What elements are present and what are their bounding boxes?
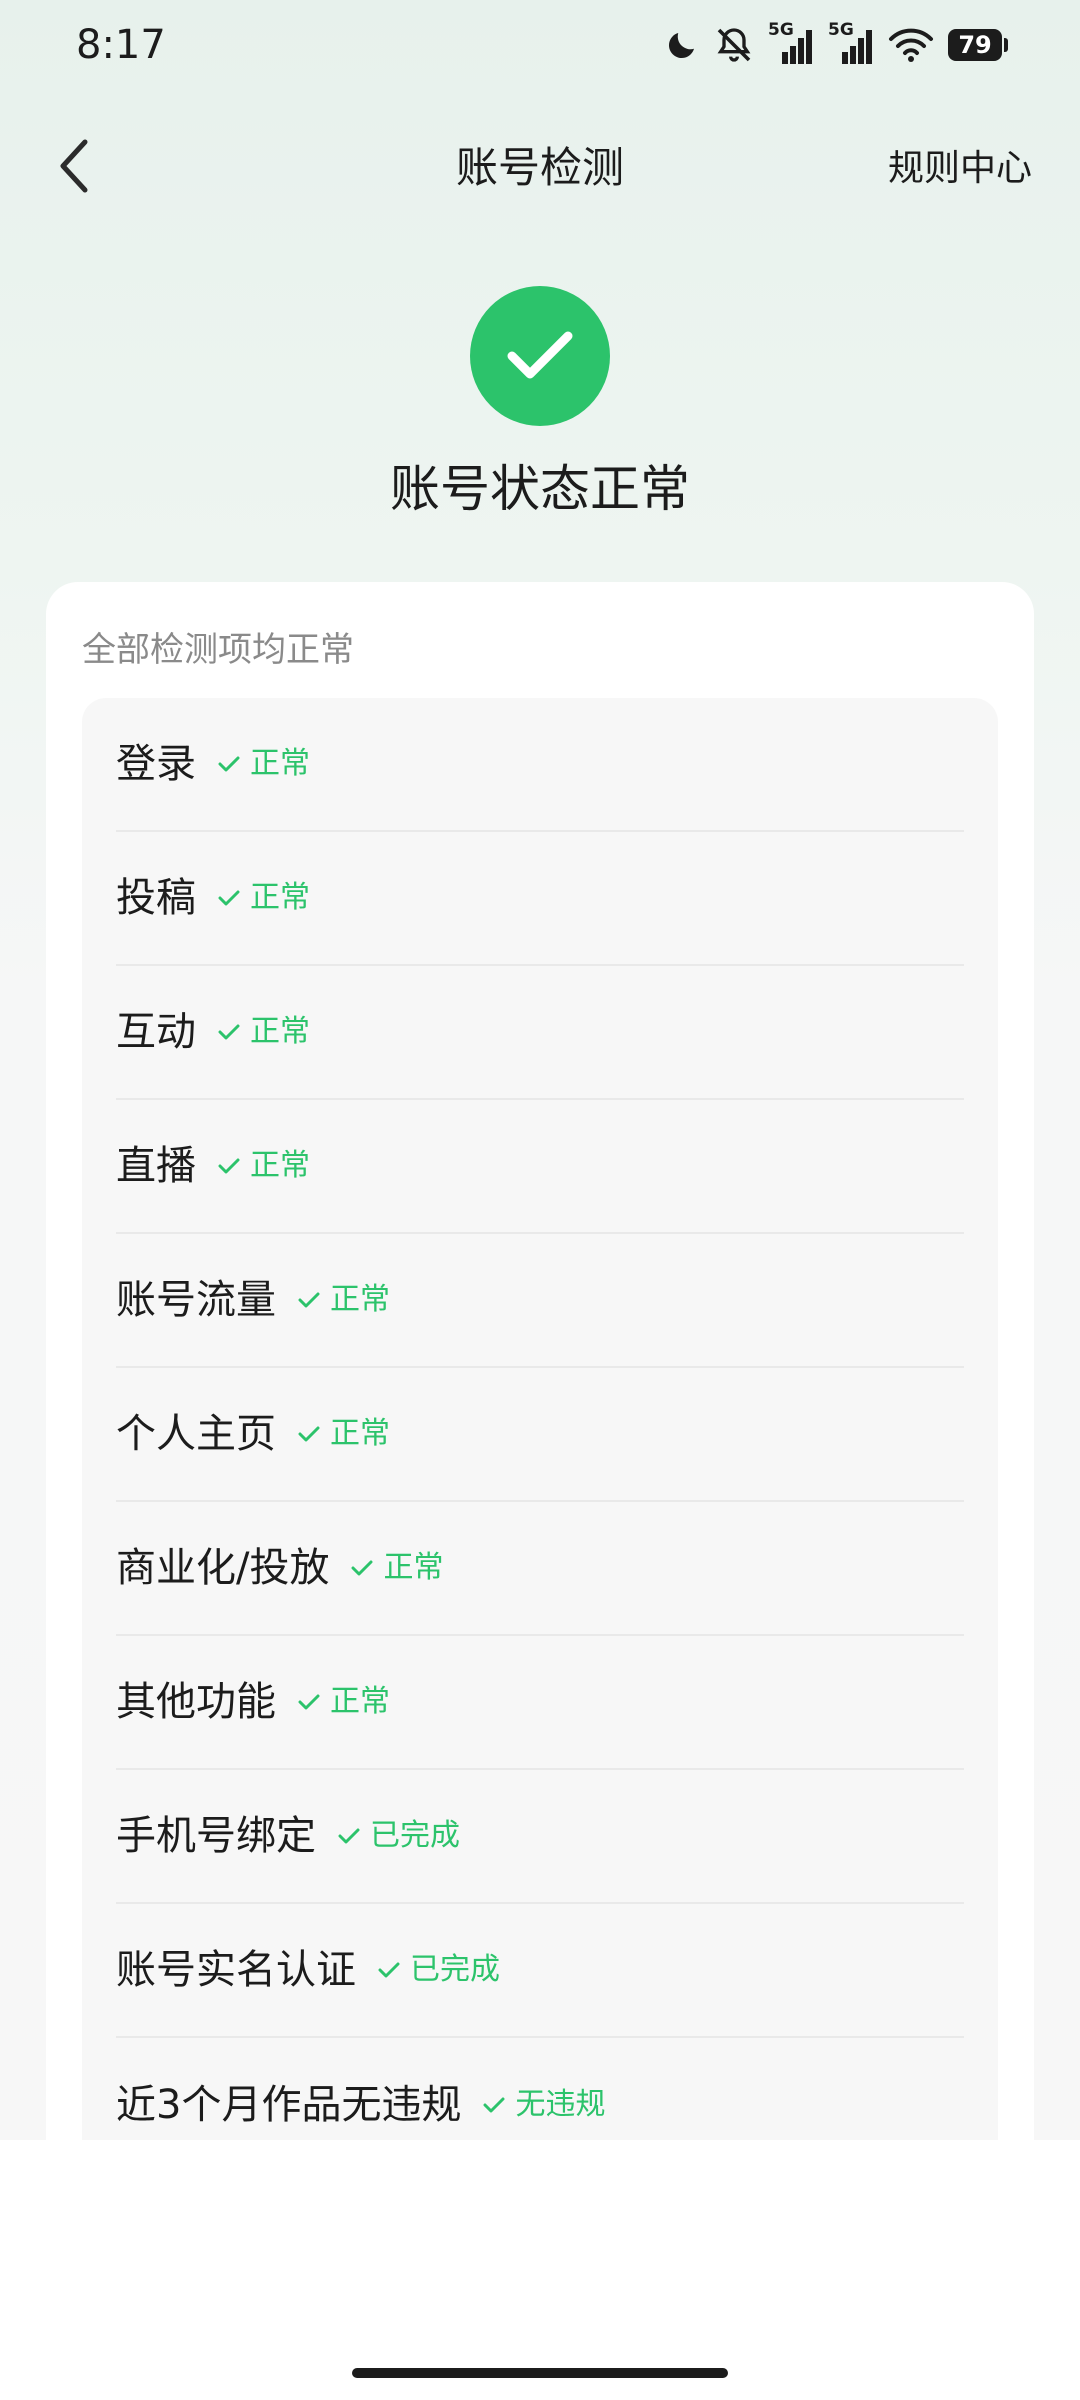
check-item-label: 账号流量: [116, 1277, 276, 1323]
check-icon: [483, 2097, 505, 2113]
check-row: 其他功能 正常: [116, 1636, 964, 1770]
check-summary: 全部检测项均正常: [82, 630, 354, 670]
check-item-label: 商业化/投放: [116, 1545, 330, 1591]
check-item-status-text: 正常: [330, 1282, 390, 1317]
check-item-status: 正常: [298, 1681, 390, 1723]
check-row: 个人主页 正常: [116, 1368, 964, 1502]
signal-type-label: 5G: [768, 20, 794, 40]
status-icons: 5G 5G 79: [664, 20, 1008, 68]
check-item-status-text: 正常: [330, 1416, 390, 1451]
check-icon: [351, 1560, 373, 1576]
home-indicator[interactable]: [352, 2368, 728, 2378]
check-item-status-text: 正常: [330, 1684, 390, 1719]
check-row: 直播 正常: [116, 1100, 964, 1234]
check-item-status-text: 正常: [250, 746, 310, 781]
check-item-status-text: 正常: [250, 1014, 310, 1049]
check-item-status: 正常: [298, 1279, 390, 1321]
signal-type-label: 5G: [828, 20, 854, 40]
check-item-label: 互动: [116, 1009, 196, 1055]
check-icon: [218, 890, 240, 906]
check-item-status: 无违规: [483, 2084, 605, 2126]
wifi-icon: [888, 27, 934, 63]
check-item-status-text: 正常: [250, 1148, 310, 1183]
bottom-area: [0, 2140, 1080, 2400]
check-item-status: 正常: [298, 1413, 390, 1455]
moon-icon: [664, 27, 700, 63]
status-hero: 账号状态正常: [0, 286, 1080, 524]
check-icon: [298, 1292, 320, 1308]
check-item-label: 直播: [116, 1143, 196, 1189]
check-item-label: 手机号绑定: [116, 1813, 316, 1859]
check-item-status: 正常: [351, 1547, 443, 1589]
status-time: 8:17: [76, 22, 166, 68]
check-row: 手机号绑定 已完成: [116, 1770, 964, 1904]
rules-center-link[interactable]: 规则中心: [888, 144, 1032, 194]
check-icon: [218, 1024, 240, 1040]
account-status-title: 账号状态正常: [390, 460, 690, 518]
check-item-status: 正常: [218, 1011, 310, 1053]
check-item-status-text: 无违规: [515, 2087, 606, 2122]
check-item-status-text: 已完成: [370, 1818, 460, 1853]
battery-icon: 79: [948, 28, 1008, 62]
check-item-label: 投稿: [116, 875, 196, 921]
signal-icon: 5G: [768, 20, 814, 66]
check-item-status: 已完成: [338, 1815, 460, 1857]
nav-bar: 账号检测 规则中心: [0, 108, 1080, 228]
check-row: 商业化/投放 正常: [116, 1502, 964, 1636]
signal-icon: 5G: [828, 20, 874, 66]
check-row: 账号实名认证 已完成: [116, 1904, 964, 2038]
check-row: 投稿 正常: [116, 832, 964, 966]
check-item-label: 其他功能: [116, 1679, 276, 1725]
check-row: 登录 正常: [116, 698, 964, 832]
check-item-status: 正常: [218, 877, 310, 919]
check-item-label: 账号实名认证: [116, 1947, 356, 1993]
check-item-label: 个人主页: [116, 1411, 276, 1457]
check-card: 全部检测项均正常 登录 正常 投稿 正常 互动 正常 直播 正常 账号流量 正常 个人主页 正常 商业化…: [46, 582, 1034, 2182]
check-item-status: 正常: [218, 743, 310, 785]
check-icon: [338, 1828, 360, 1844]
check-item-label: 登录: [116, 741, 196, 787]
check-item-status-text: 正常: [250, 880, 310, 915]
check-item-status: 正常: [218, 1145, 310, 1187]
bell-muted-icon: [714, 25, 754, 65]
check-item-status-text: 正常: [383, 1550, 444, 1585]
check-icon: [378, 1962, 400, 1978]
check-icon: [298, 1426, 320, 1442]
check-item-status-text: 已完成: [410, 1952, 500, 1987]
check-list: 登录 正常 投稿 正常 互动 正常 直播 正常 账号流量 正常 个人主页 正常 商业化/投放 正常 其他功能…: [82, 698, 998, 2182]
status-bar: 8:17 5G 5G 79: [0, 0, 1080, 90]
check-item-label: 近3个月作品无违规: [116, 2082, 462, 2128]
check-row: 互动 正常: [116, 966, 964, 1100]
check-row: 账号流量 正常: [116, 1234, 964, 1368]
check-circle-icon: [470, 286, 610, 426]
battery-level: 79: [948, 29, 1003, 61]
check-icon: [298, 1694, 320, 1710]
check-icon: [218, 756, 240, 772]
check-item-status: 已完成: [378, 1949, 500, 1991]
check-icon: [218, 1158, 240, 1174]
